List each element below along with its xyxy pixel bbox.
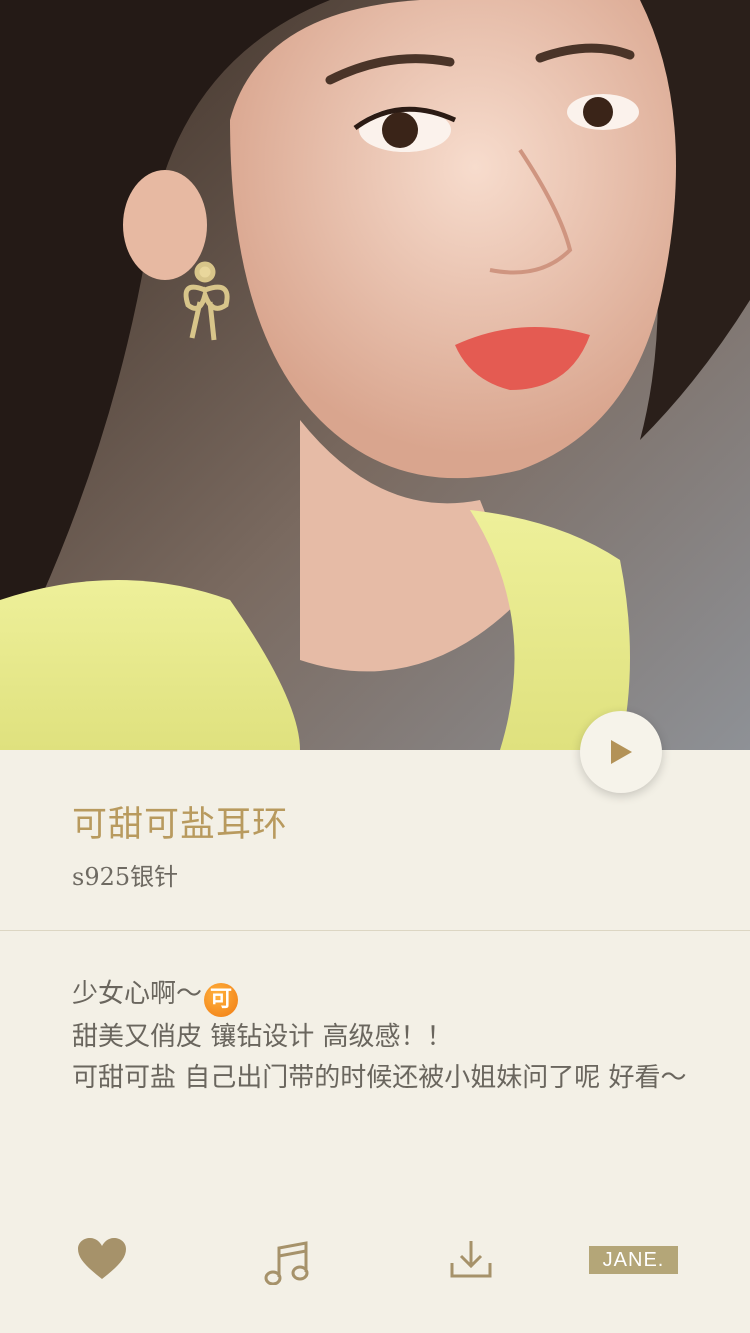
music-button[interactable] — [264, 1241, 310, 1289]
ke-emoji-icon: 可 — [204, 983, 239, 1017]
download-button[interactable] — [450, 1239, 492, 1283]
product-detail-page: 可甜可盐耳环 s925银针 少女心啊～可 甜美又俏皮 镶钻设计 高级感！！ 可甜… — [0, 0, 750, 1333]
portrait-illustration — [0, 0, 750, 750]
description-line-1: 少女心啊～ — [72, 979, 203, 1009]
product-description: 少女心啊～可 甜美又俏皮 镶钻设计 高级感！！ 可甜可盐 自己出门带的时候还被小… — [72, 974, 712, 1099]
download-icon — [450, 1241, 492, 1278]
description-line-2: 甜美又俏皮 镶钻设计 高级感！！ — [72, 1022, 453, 1052]
product-photo — [0, 0, 750, 750]
music-note-icon — [264, 1241, 309, 1286]
product-subtitle: s925银针 — [72, 863, 179, 891]
like-button[interactable] — [77, 1237, 127, 1285]
section-divider — [0, 930, 750, 931]
description-line-3: 可甜可盐 自己出门带的时候还被小姐妹问了呢 好看～ — [72, 1063, 687, 1093]
brand-logo[interactable]: JANE. — [589, 1246, 678, 1274]
description-line: 少女心啊～可 — [72, 974, 712, 1017]
play-button[interactable] — [580, 711, 662, 793]
play-icon — [611, 740, 632, 764]
heart-icon — [78, 1238, 126, 1279]
product-title: 可甜可盐耳环 — [72, 805, 289, 845]
